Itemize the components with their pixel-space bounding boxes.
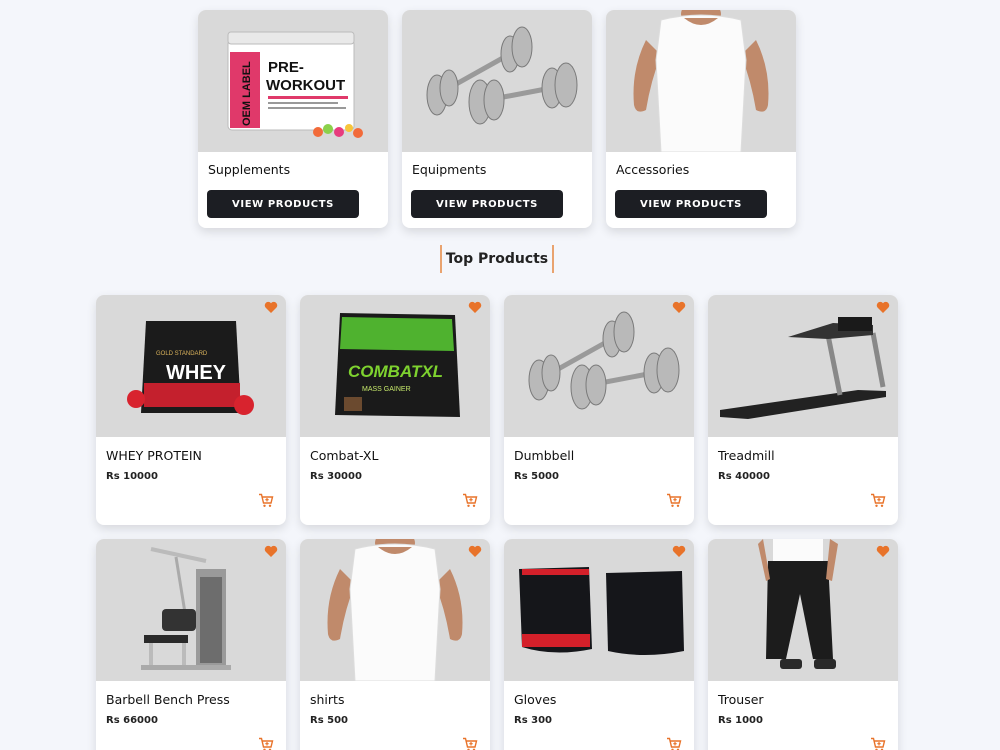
product-price: Rs 40000 <box>718 471 770 482</box>
cart-icon[interactable] <box>258 493 274 508</box>
category-card-accessories: Accessories VIEW PRODUCTS <box>606 10 796 228</box>
view-products-button[interactable]: VIEW PRODUCTS <box>207 190 359 218</box>
heart-icon[interactable] <box>672 301 686 314</box>
product-image <box>708 295 898 437</box>
product-name: shirts <box>310 692 345 707</box>
cart-icon[interactable] <box>666 493 682 508</box>
product-card[interactable]: GOLD STANDARD WHEY WHEY PROTEIN Rs 10000 <box>96 295 286 525</box>
combat-pack-text: COMBATXL <box>348 362 443 381</box>
product-card[interactable]: Barbell Bench Press Rs 66000 <box>96 539 286 750</box>
cart-icon[interactable] <box>666 737 682 750</box>
equipments-image <box>402 10 592 152</box>
product-name: Dumbbell <box>514 448 575 463</box>
category-card-equipments: Equipments VIEW PRODUCTS <box>402 10 592 228</box>
product-price: Rs 1000 <box>718 715 763 726</box>
heart-icon[interactable] <box>876 301 890 314</box>
product-price: Rs 30000 <box>310 471 362 482</box>
section-title-top-products: Top Products <box>440 245 554 273</box>
category-name: Equipments <box>412 162 487 177</box>
product-name: Combat-XL <box>310 448 379 463</box>
product-image: COMBATXL MASS GAINER <box>300 295 490 437</box>
svg-text:PRE-: PRE- <box>268 59 304 76</box>
cart-icon[interactable] <box>870 493 886 508</box>
product-price: Rs 5000 <box>514 471 559 482</box>
product-price: Rs 66000 <box>106 715 158 726</box>
category-name: Supplements <box>208 162 291 177</box>
product-card[interactable]: Dumbbell Rs 5000 <box>504 295 694 525</box>
product-image: GOLD STANDARD WHEY <box>96 295 286 437</box>
heart-icon[interactable] <box>264 301 278 314</box>
product-price: Rs 500 <box>310 715 349 726</box>
heart-icon[interactable] <box>468 301 482 314</box>
combat-pack-small-text: MASS GAINER <box>362 386 411 393</box>
product-price: Rs 300 <box>514 715 553 726</box>
svg-text:WORKOUT: WORKOUT <box>266 77 345 94</box>
product-name: Trouser <box>718 692 764 707</box>
category-name: Accessories <box>616 162 690 177</box>
product-name: Gloves <box>514 692 557 707</box>
product-image <box>504 539 694 681</box>
product-card[interactable]: shirts Rs 500 <box>300 539 490 750</box>
view-products-button[interactable]: VIEW PRODUCTS <box>615 190 767 218</box>
cart-icon[interactable] <box>462 737 478 750</box>
heart-icon[interactable] <box>672 545 686 558</box>
product-image <box>504 295 694 437</box>
product-card[interactable]: COMBATXL MASS GAINER Combat-XL Rs 30000 <box>300 295 490 525</box>
product-name: Barbell Bench Press <box>106 692 230 707</box>
cart-icon[interactable] <box>258 737 274 750</box>
product-image <box>300 539 490 681</box>
category-card-supplements: OEM LABEL PRE- WORKOUT Supplements VIEW … <box>198 10 388 228</box>
heart-icon[interactable] <box>876 545 890 558</box>
whey-pack-text: WHEY <box>166 362 227 384</box>
cart-icon[interactable] <box>870 737 886 750</box>
product-name: WHEY PROTEIN <box>106 448 202 463</box>
product-card[interactable]: Treadmill Rs 40000 <box>708 295 898 525</box>
product-grid: GOLD STANDARD WHEY WHEY PROTEIN Rs 10000… <box>96 295 898 750</box>
category-row: OEM LABEL PRE- WORKOUT Supplements VIEW … <box>198 10 796 228</box>
product-card[interactable]: Gloves Rs 300 <box>504 539 694 750</box>
cart-icon[interactable] <box>462 493 478 508</box>
view-products-button[interactable]: VIEW PRODUCTS <box>411 190 563 218</box>
product-price: Rs 10000 <box>106 471 158 482</box>
product-image <box>708 539 898 681</box>
heart-icon[interactable] <box>264 545 278 558</box>
product-image <box>96 539 286 681</box>
whey-pack-small-text: GOLD STANDARD <box>156 351 208 357</box>
supplements-image: OEM LABEL PRE- WORKOUT <box>198 10 388 152</box>
product-name: Treadmill <box>718 448 775 463</box>
product-card[interactable]: Trouser Rs 1000 <box>708 539 898 750</box>
heart-icon[interactable] <box>468 545 482 558</box>
supplement-side-label: OEM LABEL <box>241 61 253 126</box>
accessories-image <box>606 10 796 152</box>
